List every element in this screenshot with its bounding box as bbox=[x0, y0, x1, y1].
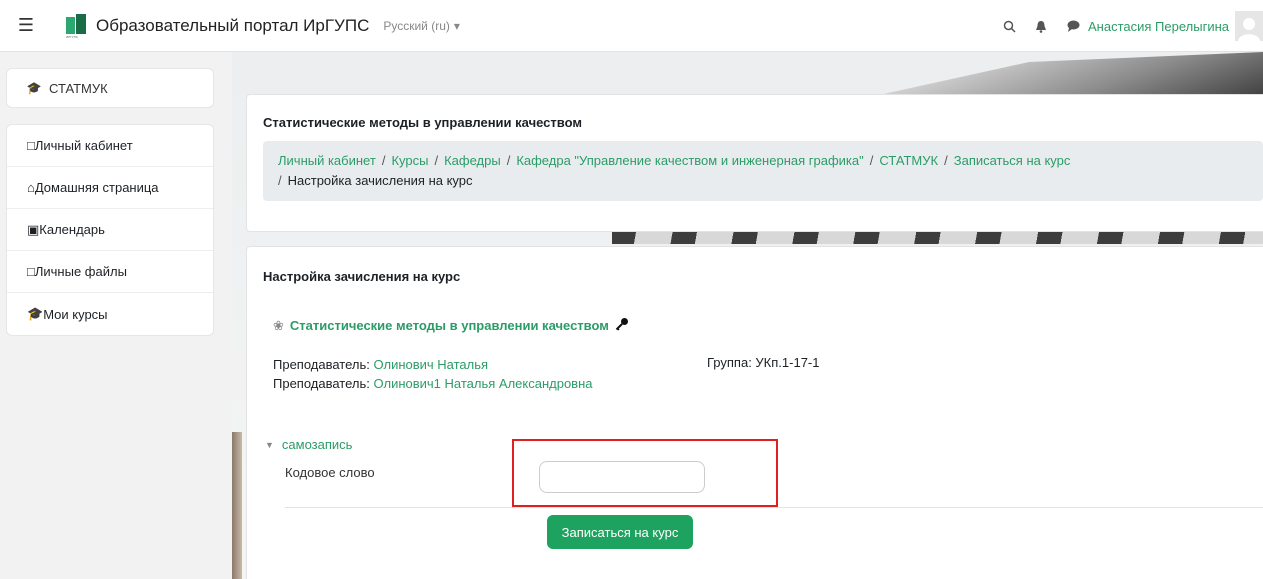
enrolment-card: Настройка зачисления на курс ❀ Статистич… bbox=[246, 246, 1263, 579]
teacher-row: Преподаватель: Олинович Наталья bbox=[273, 355, 593, 374]
sidebar-item-dashboard[interactable]: □ Личный кабинет bbox=[7, 125, 213, 167]
navbar: ☰ ИРГУПС Образовательный портал ИрГУПС Р… bbox=[0, 0, 1263, 52]
chat-icon[interactable] bbox=[1062, 15, 1084, 37]
caret-down-icon: ▾ bbox=[453, 18, 460, 33]
page-title: Статистические методы в управлении качес… bbox=[263, 115, 582, 130]
breadcrumb-link[interactable]: Курсы bbox=[391, 153, 428, 168]
sidebar-item-label: Личный кабинет bbox=[34, 138, 133, 153]
sidebar-item-label: СТАТМУК bbox=[49, 80, 108, 96]
building-image bbox=[232, 432, 242, 579]
section-title: Настройка зачисления на курс bbox=[263, 269, 461, 284]
user-name[interactable]: Анастасия Перелыгина bbox=[1088, 19, 1229, 34]
sidebar-item-calendar[interactable]: ▣ Календарь bbox=[7, 209, 213, 251]
teacher-row: Преподаватель: Олинович1 Наталья Алексан… bbox=[273, 374, 593, 393]
square-icon: □ bbox=[27, 138, 35, 153]
breadcrumb-link[interactable]: СТАТМУК bbox=[879, 153, 938, 168]
enrolment-key-input[interactable] bbox=[539, 461, 705, 493]
square-icon: □ bbox=[27, 264, 35, 279]
sidebar-item-label: Календарь bbox=[39, 222, 105, 237]
key-icon bbox=[615, 317, 629, 334]
menu-toggle-button[interactable]: ☰ bbox=[0, 0, 52, 52]
sidebar-item-label: Домашняя страница bbox=[34, 180, 159, 195]
language-selector[interactable]: Русский (ru) ▾ bbox=[383, 19, 460, 33]
graduation-cap-icon: 🎓 bbox=[26, 81, 42, 95]
site-name[interactable]: Образовательный портал ИрГУПС bbox=[96, 16, 369, 36]
triangle-down-icon: ▼ bbox=[265, 439, 274, 450]
language-label: Русский (ru) bbox=[383, 18, 450, 33]
brand[interactable]: ИРГУПС Образовательный портал ИрГУПС bbox=[66, 13, 383, 39]
graduation-cap-icon: 🎓 bbox=[27, 306, 44, 321]
teacher-link[interactable]: Олинович Наталья bbox=[374, 357, 489, 372]
breadcrumb-link[interactable]: Личный кабинет bbox=[278, 153, 376, 168]
calendar-icon: ▣ bbox=[27, 221, 40, 237]
course-link[interactable]: ❀ Статистические методы в управлении кач… bbox=[273, 317, 629, 334]
fieldset-label: самозапись bbox=[281, 437, 353, 452]
gear-icon: ❀ bbox=[273, 317, 284, 333]
logo-icon: ИРГУПС bbox=[66, 13, 88, 39]
enrolment-key-label: Кодовое слово bbox=[285, 465, 375, 480]
bell-icon[interactable] bbox=[1030, 15, 1052, 37]
breadcrumb-link[interactable]: Кафедра "Управление качеством и инженерн… bbox=[516, 153, 863, 168]
sidebar-item-statmuk[interactable]: 🎓 СТАТМУК bbox=[6, 68, 214, 108]
breadcrumb-link[interactable]: Кафедры bbox=[444, 153, 501, 168]
divider bbox=[285, 507, 1263, 508]
self-enrol-fieldset-toggle[interactable]: ▼ самозапись bbox=[265, 437, 352, 452]
sidebar-nav-group: □ Личный кабинет ⌂ Домашняя страница ▣ К… bbox=[6, 124, 214, 336]
hamburger-icon: ☰ bbox=[17, 15, 35, 35]
breadcrumb-current: Настройка зачисления на курс bbox=[287, 173, 473, 188]
breadcrumb-link[interactable]: Записаться на курс bbox=[954, 153, 1071, 168]
teacher-label: Преподаватель: bbox=[273, 357, 370, 372]
enrol-button[interactable]: Записаться на курс bbox=[547, 515, 693, 549]
sidebar-item-label: Личные файлы bbox=[34, 264, 127, 279]
teachers-list: Преподаватель: Олинович Наталья Преподав… bbox=[273, 355, 593, 393]
building-image bbox=[612, 230, 1263, 244]
group-info: Группа: УКп.1-17-1 bbox=[707, 355, 820, 370]
home-icon: ⌂ bbox=[27, 180, 35, 195]
avatar[interactable] bbox=[1235, 11, 1263, 41]
sidebar-item-label: Мои курсы bbox=[43, 306, 108, 322]
breadcrumb: Личный кабинет / Курсы / Кафедры / Кафедра "Уп… bbox=[263, 141, 1263, 201]
course-name[interactable]: Статистические методы в управлении качес… bbox=[290, 318, 609, 333]
teacher-label: Преподаватель: bbox=[273, 376, 370, 391]
sidebar-item-my-courses[interactable]: 🎓 Мои курсы bbox=[7, 293, 213, 335]
sidebar-item-home[interactable]: ⌂ Домашняя страница bbox=[7, 167, 213, 209]
sidebar: 🎓 СТАТМУК □ Личный кабинет ⌂ Домашняя ст… bbox=[0, 52, 232, 579]
page-header-card: Статистические методы в управлении качес… bbox=[246, 94, 1263, 232]
sidebar-item-files[interactable]: □ Личные файлы bbox=[7, 251, 213, 293]
teacher-link[interactable]: Олинович1 Наталья Александровна bbox=[374, 376, 593, 391]
search-icon[interactable] bbox=[998, 15, 1020, 37]
